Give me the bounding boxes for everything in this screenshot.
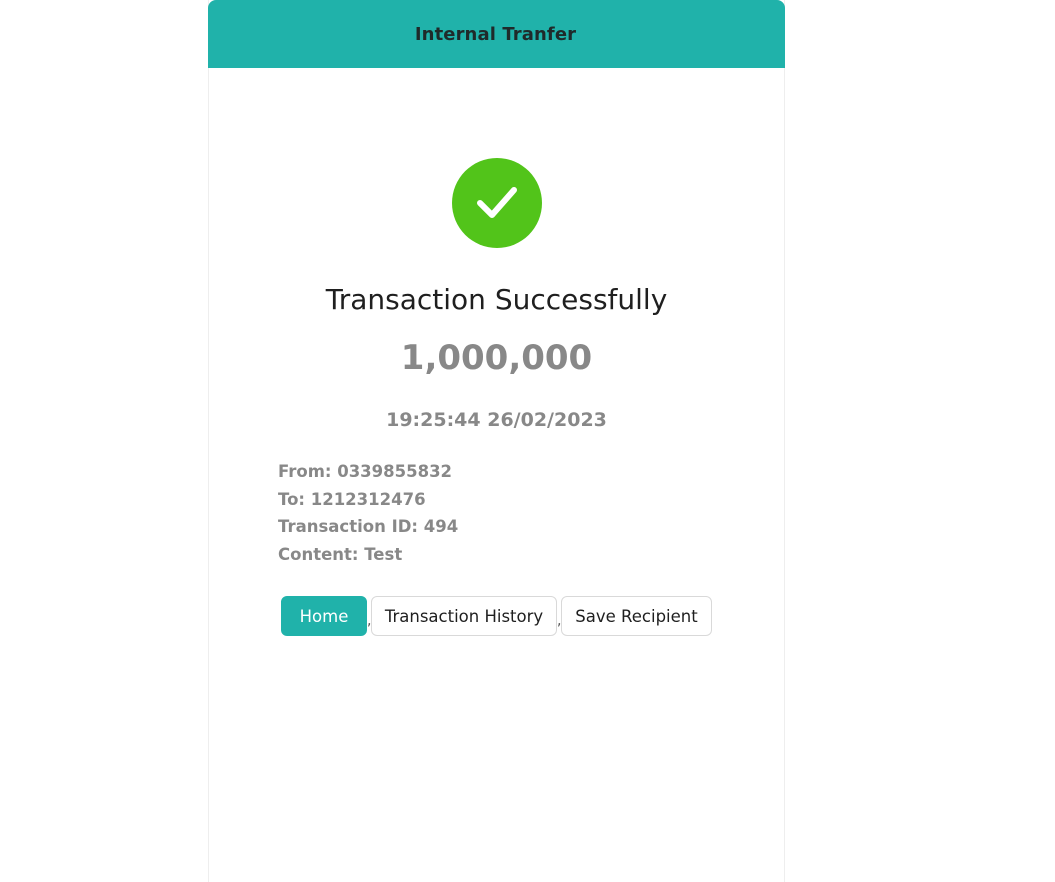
check-circle-icon — [452, 158, 542, 248]
checkmark-icon — [477, 187, 517, 218]
transaction-amount: 1,000,000 — [400, 338, 593, 378]
transaction-id: Transaction ID: 494 — [278, 517, 459, 536]
transaction-details: From: 0339855832 To: 1212312476 Transact… — [278, 458, 458, 568]
transaction-datetime: 19:25:44 26/02/2023 — [386, 409, 607, 431]
status-title: Transaction Successfully — [325, 283, 668, 316]
transfer-card — [208, 0, 785, 882]
action-buttons: Home , Transaction History , Save Recipi… — [281, 596, 712, 636]
home-button[interactable]: Home — [281, 596, 367, 636]
to-account: To: 1212312476 — [278, 489, 426, 509]
from-account: From: 0339855832 — [278, 462, 453, 481]
page-header: Internal Tranfer — [208, 0, 785, 68]
page-title: Internal Tranfer — [414, 23, 577, 45]
transaction-history-button[interactable]: Transaction History — [371, 596, 557, 636]
transaction-content: Content: Test — [278, 544, 403, 564]
save-recipient-button[interactable]: Save Recipient — [561, 596, 712, 636]
